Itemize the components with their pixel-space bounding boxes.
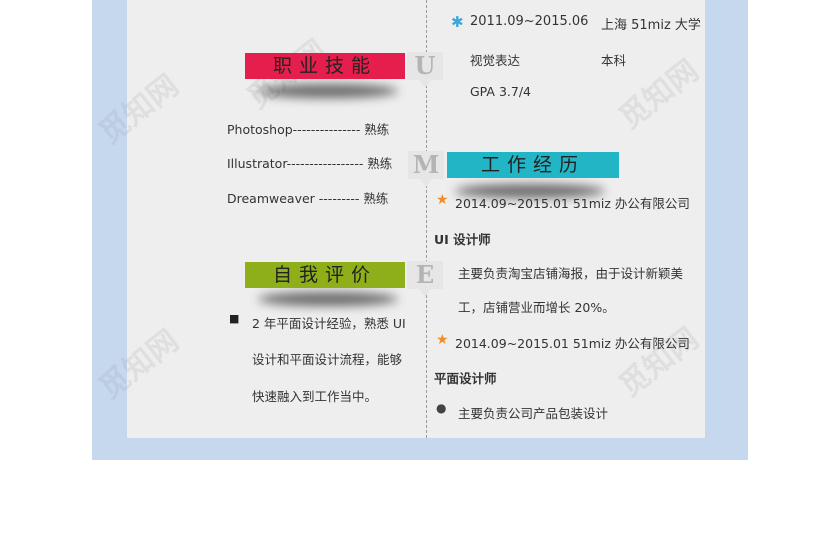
evaluation-section-title: 自我评价 [245, 262, 405, 288]
education-major: 视觉表达 [470, 53, 521, 68]
dot-bullet-icon: ● [436, 401, 447, 415]
cross-bullet-icon: ✱ [451, 13, 464, 31]
skills-section-title: 职业技能 [245, 53, 405, 79]
job-description-line: 工，店铺营业而增长 20%。 [458, 300, 615, 315]
timeline-pin [420, 179, 432, 187]
job-description-line: 主要负责公司产品包装设计 [458, 406, 609, 421]
skills-letter-badge: U [407, 52, 443, 80]
banner-shadow [258, 84, 398, 98]
job-header: 2014.09~2015.01 51miz 办公有限公司 [455, 196, 690, 211]
skill-item: Dreamweaver --------- 熟练 [227, 191, 389, 206]
star-bullet-icon: ★ [436, 192, 449, 208]
job-description-line: 主要负责淘宝店铺海报，由于设计新颖美 [458, 266, 684, 281]
education-degree: 本科 [601, 53, 627, 68]
skill-item: Photoshop--------------- 熟练 [227, 122, 390, 137]
job-role: 平面设计师 [434, 371, 497, 386]
experience-letter-badge: M [408, 151, 444, 179]
skill-item: Illustrator----------------- 熟练 [227, 156, 393, 171]
education-gpa: GPA 3.7/4 [470, 84, 531, 99]
job-header: 2014.09~2015.01 51miz 办公有限公司 [455, 336, 690, 351]
job-role: UI 设计师 [434, 232, 491, 247]
education-school: 上海 51miz 大学 [601, 18, 701, 33]
star-bullet-icon: ★ [436, 332, 449, 348]
square-bullet-icon: ■ [229, 312, 240, 325]
evaluation-line: 2 年平面设计经验，熟悉 UI [252, 316, 406, 331]
evaluation-letter-badge: E [407, 261, 443, 289]
evaluation-line: 设计和平面设计流程，能够 [252, 352, 403, 367]
experience-section-title: 工作经历 [447, 152, 619, 178]
timeline-pin [419, 80, 431, 88]
timeline-pin [419, 289, 431, 297]
evaluation-line: 快速融入到工作当中。 [252, 389, 378, 404]
banner-shadow [258, 292, 398, 306]
education-period: 2011.09~2015.06 [470, 14, 589, 29]
